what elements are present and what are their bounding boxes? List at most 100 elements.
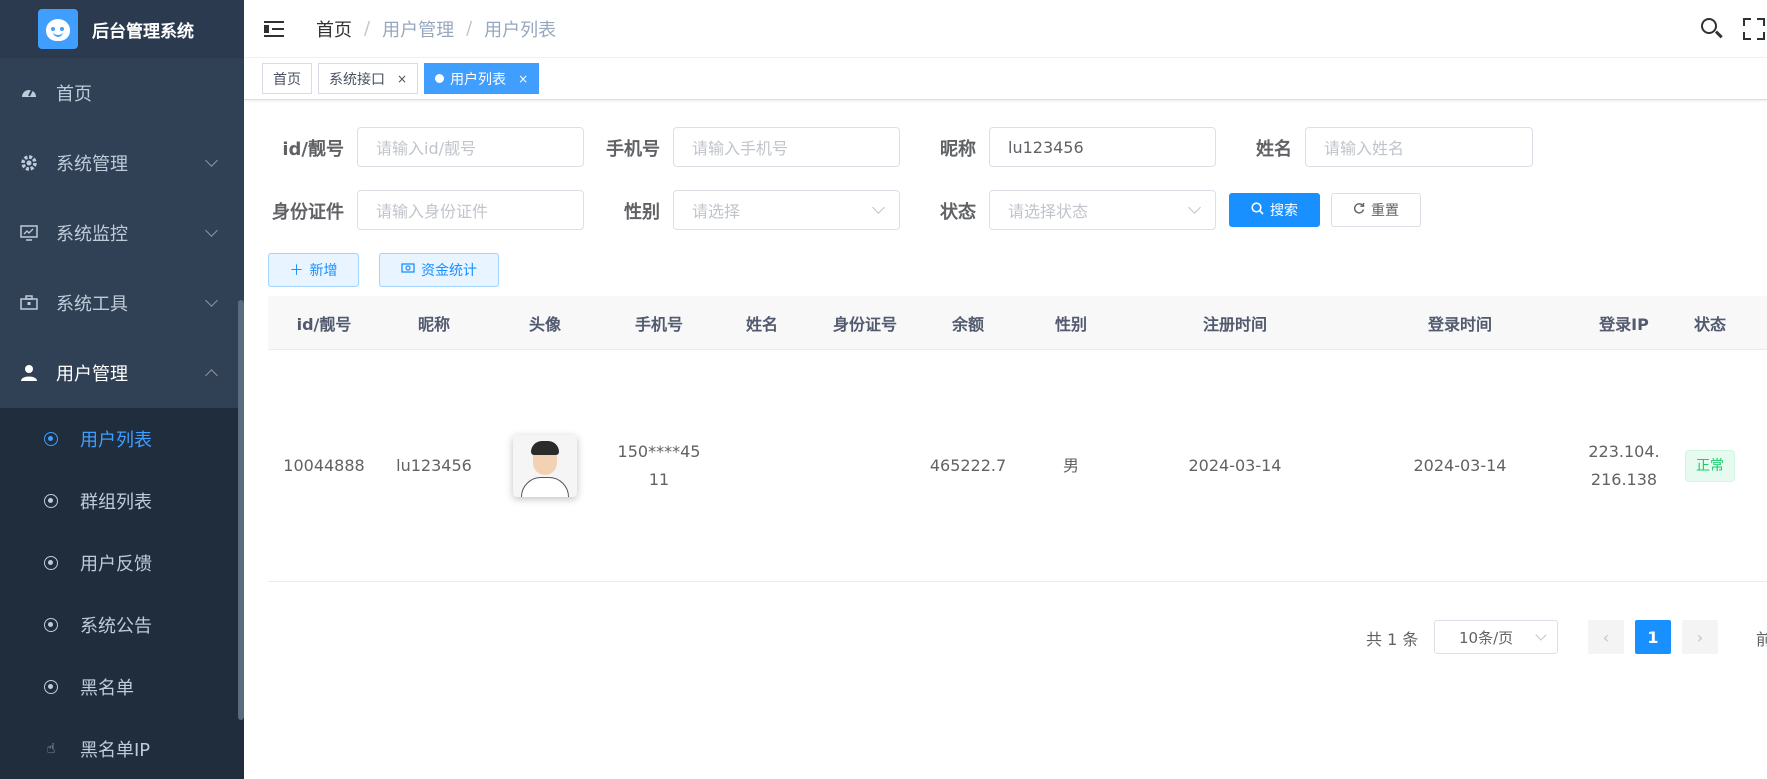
gender-select[interactable]: 请选择: [673, 190, 900, 230]
column-header[interactable]: 昵称: [380, 311, 488, 335]
cell-phone-line: 150****45: [617, 441, 701, 461]
column-header[interactable]: 身份证号: [808, 311, 922, 335]
prev-page-button[interactable]: ‹: [1588, 620, 1624, 654]
cell-avatar: [488, 434, 602, 497]
fullscreen-icon[interactable]: [1741, 16, 1767, 42]
pagination-goto: 前: [1756, 630, 1767, 649]
breadcrumb-separator: /: [466, 18, 473, 39]
reset-button-label: 重置: [1371, 203, 1399, 219]
add-button-label: 新增: [309, 263, 338, 279]
name-label: 姓名: [1256, 139, 1292, 160]
hamburger-icon[interactable]: [264, 20, 286, 38]
column-header[interactable]: 手机号: [602, 311, 716, 335]
nickname-input[interactable]: lu123456: [989, 127, 1216, 167]
chevron-down-icon: [1188, 201, 1201, 214]
status-badge: 正常: [1685, 449, 1735, 482]
cell-status: 正常: [1670, 449, 1750, 482]
id-input[interactable]: 请输入id/靓号: [357, 127, 584, 167]
sidebar-subitem-feedback[interactable]: 用户反馈: [0, 532, 244, 594]
sidebar-subitem-user-list[interactable]: 用户列表: [0, 408, 244, 470]
sidebar-item-monitor[interactable]: 系统监控: [0, 198, 244, 268]
plus-icon: ＋: [289, 263, 304, 279]
cell-login-ip: 223.104. 216.138: [1578, 438, 1670, 494]
phone-input[interactable]: 请输入手机号: [673, 127, 900, 167]
status-select[interactable]: 请选择状态: [989, 190, 1216, 230]
sidebar-subitem-blacklist-ip[interactable]: ☝ 黑名单IP: [0, 718, 244, 779]
main-content: 首页 / 用户管理 / 用户列表 首页 系统接口 × 用户列表 × id/靓号 …: [244, 0, 1767, 779]
chevron-right-icon: ›: [1696, 627, 1704, 647]
sidebar-subitem-notice[interactable]: 系统公告: [0, 594, 244, 656]
page-size-select[interactable]: 10条/页: [1434, 620, 1558, 654]
chevron-down-icon: [205, 224, 218, 237]
gender-placeholder: 请选择: [692, 202, 741, 221]
column-header[interactable]: 注册时间: [1128, 311, 1342, 335]
refresh-icon: [1353, 202, 1365, 218]
chevron-down-icon: [1535, 629, 1547, 641]
toolbox-icon: [20, 294, 38, 312]
tag-label: 系统接口: [329, 71, 385, 88]
cell-register-time: 2024-03-14: [1188, 455, 1282, 475]
column-header[interactable]: 状态: [1670, 311, 1750, 335]
chevron-up-icon: [205, 369, 218, 382]
chevron-down-icon: [205, 294, 218, 307]
id-placeholder: 请输入id/靓号: [376, 139, 476, 158]
chevron-down-icon: [872, 201, 885, 214]
column-header[interactable]: 余额: [922, 311, 1014, 335]
cell-balance: 465222.7: [929, 455, 1007, 475]
gender-label: 性别: [624, 202, 660, 223]
idcard-placeholder: 请输入身份证件: [376, 202, 489, 221]
search-button[interactable]: 搜索: [1229, 193, 1320, 227]
sidebar-subitem-group-list[interactable]: 群组列表: [0, 470, 244, 532]
tag-user-list[interactable]: 用户列表 ×: [424, 63, 540, 94]
tag-home[interactable]: 首页: [262, 63, 312, 94]
sidebar-item-label: 用户管理: [56, 364, 128, 385]
sidebar-subitem-label: 群组列表: [80, 492, 152, 513]
cell-phone-line: 11: [648, 469, 670, 489]
chevron-down-icon: [205, 154, 218, 167]
phone-placeholder: 请输入手机号: [692, 139, 789, 158]
tag-system-api[interactable]: 系统接口 ×: [318, 63, 419, 94]
cell-phone: 150****45 11: [602, 438, 716, 494]
search-icon: [1251, 201, 1264, 219]
idcard-input[interactable]: 请输入身份证件: [357, 190, 584, 230]
sidebar-item-tools[interactable]: 系统工具: [0, 268, 244, 338]
name-input[interactable]: 请输入姓名: [1305, 127, 1533, 167]
close-icon[interactable]: ×: [518, 72, 528, 86]
breadcrumb-separator: /: [364, 18, 371, 39]
add-button[interactable]: ＋ 新增: [268, 253, 359, 287]
sidebar-item-system[interactable]: 系统管理: [0, 128, 244, 198]
sidebar-item-users[interactable]: 用户管理: [0, 338, 244, 408]
status-label: 状态: [940, 202, 976, 223]
pagination: 共 1 条 10条/页 ‹ 1 › 前: [244, 620, 1767, 654]
sidebar-subitem-label: 黑名单IP: [80, 740, 151, 761]
sidebar-subitem-label: 用户列表: [80, 430, 152, 451]
breadcrumb-home[interactable]: 首页: [316, 16, 352, 42]
name-placeholder: 请输入姓名: [1324, 139, 1405, 158]
funds-statistics-button[interactable]: 资金统计: [379, 253, 499, 287]
column-header[interactable]: 性别: [1014, 311, 1128, 335]
reset-button[interactable]: 重置: [1331, 193, 1421, 227]
column-header[interactable]: 姓名: [716, 311, 808, 335]
column-header[interactable]: 头像: [488, 311, 602, 335]
sidebar-subitem-blacklist[interactable]: 黑名单: [0, 656, 244, 718]
cell-login-time: 2024-03-14: [1413, 455, 1507, 475]
next-page-button[interactable]: ›: [1682, 620, 1718, 654]
radio-dot-icon: [44, 556, 58, 570]
close-icon[interactable]: ×: [397, 72, 407, 86]
sidebar-item-home[interactable]: 首页: [0, 58, 244, 128]
sidebar-item-label: 系统管理: [56, 154, 128, 175]
table-row[interactable]: 10044888 lu123456 150****45 11 465222.7 …: [268, 350, 1767, 582]
column-header[interactable]: 登录时间: [1342, 311, 1578, 335]
avatar[interactable]: [513, 434, 577, 497]
sidebar-subitem-label: 黑名单: [80, 678, 134, 699]
logo-area[interactable]: 后台管理系统: [0, 0, 244, 58]
column-header[interactable]: id/靓号: [268, 311, 380, 335]
submenu-users: 用户列表 群组列表 用户反馈 系统公告 黑名单 ☝ 黑名单IP: [0, 408, 244, 779]
breadcrumb-user-management: 用户管理: [382, 19, 455, 41]
radio-dot-icon: [44, 618, 58, 632]
search-icon[interactable]: [1699, 16, 1725, 42]
page-number-button[interactable]: 1: [1635, 620, 1671, 654]
cell-id: 10044888: [283, 455, 365, 475]
pagination-total: 共 1 条: [1366, 630, 1419, 649]
column-header[interactable]: 登录IP: [1578, 311, 1670, 335]
